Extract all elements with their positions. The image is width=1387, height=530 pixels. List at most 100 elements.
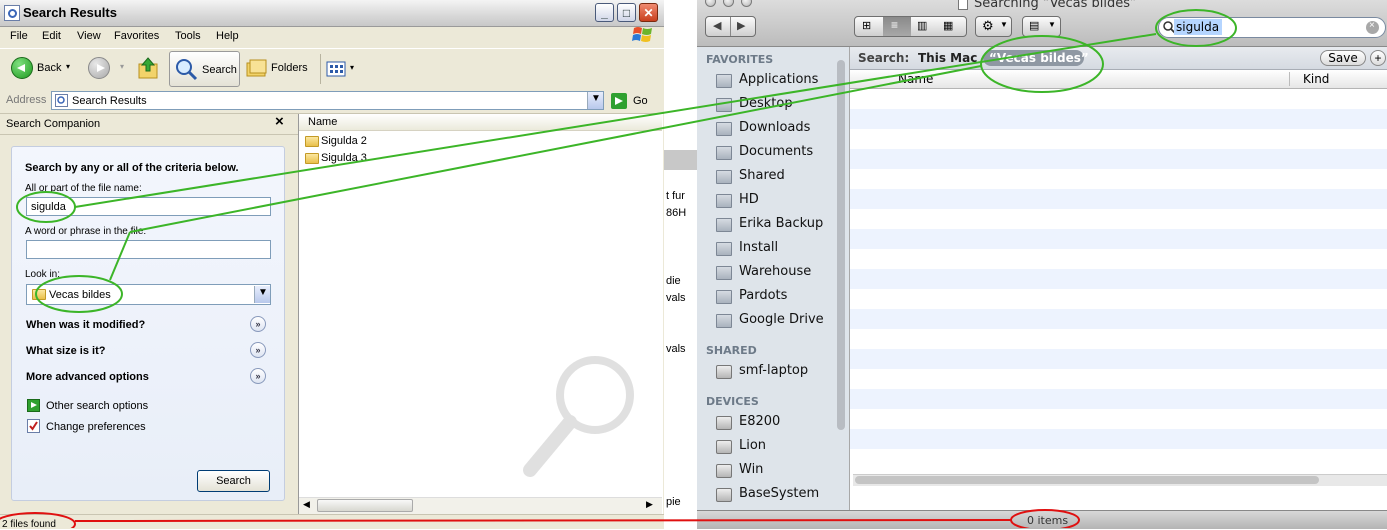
list-row	[850, 329, 1387, 349]
name-column-header[interactable]: Name	[299, 114, 662, 131]
sidebar-item-label: Warehouse	[739, 264, 812, 279]
search-toolbar-button[interactable]: Search	[169, 51, 240, 87]
section-size[interactable]: What size is it?	[26, 345, 105, 357]
sidebar-scrollbar[interactable]	[837, 60, 845, 430]
go-button-label[interactable]: Go	[633, 95, 648, 107]
finder-status-bar: 0 items	[697, 510, 1387, 529]
sidebar-item[interactable]: smf-laptop	[697, 362, 837, 382]
result-name: Sigulda 2	[321, 135, 367, 147]
sidebar-item[interactable]: Warehouse	[697, 263, 837, 283]
scope-this-mac[interactable]: This Mac	[918, 51, 977, 65]
back-arrow-icon[interactable]	[11, 57, 33, 79]
go-arrow-icon[interactable]	[611, 93, 627, 109]
result-row[interactable]: Sigulda 2	[299, 134, 379, 149]
forward-arrow-icon[interactable]	[88, 57, 110, 79]
minimize-button[interactable]: _	[595, 3, 614, 22]
menu-view[interactable]: View	[77, 30, 101, 42]
column-divider[interactable]	[1289, 72, 1290, 86]
coverflow-view-icon[interactable]: ▦	[943, 19, 953, 32]
sidebar-item[interactable]: Lion	[697, 437, 837, 457]
folders-icon[interactable]	[246, 58, 268, 78]
back-dropdown-icon[interactable]: ▾	[66, 62, 70, 71]
back-button-label[interactable]: Back	[37, 62, 61, 74]
expand-modified-icon[interactable]: »	[250, 316, 266, 332]
arrange-menu-button[interactable]: ▤ ▼	[1022, 16, 1061, 37]
maximize-button[interactable]: □	[617, 3, 636, 22]
sidebar-item[interactable]: BaseSystem	[697, 485, 837, 505]
scope-folder-button[interactable]: “Vecas bildes”	[983, 50, 1089, 66]
sidebar-item[interactable]: E8200	[697, 413, 837, 433]
close-icon: ×	[1369, 20, 1375, 31]
expand-advanced-icon[interactable]: »	[250, 368, 266, 384]
zoom-window-button[interactable]	[741, 0, 752, 7]
change-preferences-link[interactable]: Change preferences	[46, 421, 146, 433]
sidebar-item[interactable]: Win	[697, 461, 837, 481]
list-row	[850, 209, 1387, 229]
close-button[interactable]: ✕	[639, 3, 658, 22]
menu-favorites[interactable]: Favorites	[114, 30, 159, 42]
views-icon[interactable]	[326, 61, 348, 77]
chevron-down-icon: ▼	[1048, 20, 1056, 29]
menu-tools[interactable]: Tools	[175, 30, 201, 42]
sidebar-item[interactable]: Install	[697, 239, 837, 259]
scroll-left-icon[interactable]: ◀	[303, 499, 310, 510]
name-column-header[interactable]: Name	[898, 72, 933, 86]
close-window-button[interactable]	[705, 0, 716, 7]
minimize-window-button[interactable]	[723, 0, 734, 7]
document-icon	[958, 0, 968, 10]
section-modified[interactable]: When was it modified?	[26, 319, 145, 331]
lookin-dropdown-button[interactable]: ▼	[254, 286, 270, 303]
action-menu-button[interactable]: ⚙ ▼	[975, 16, 1012, 37]
gear-icon: ⚙	[982, 18, 994, 33]
windows-logo-icon	[632, 27, 652, 42]
background-text: 86H	[666, 207, 687, 219]
scope-label: Search:	[858, 51, 910, 65]
sidebar-item[interactable]: Documents	[697, 143, 837, 163]
close-pane-icon[interactable]: ×	[275, 113, 284, 130]
other-search-options-link[interactable]: Other search options	[46, 400, 148, 412]
arrange-icon: ▤	[1029, 20, 1040, 32]
column-view-icon[interactable]: ▥	[917, 19, 927, 32]
scrollbar-thumb[interactable]	[317, 499, 413, 512]
xp-title-bar[interactable]: Search Results _ □ ✕	[0, 0, 664, 27]
background-text: t fur	[666, 190, 685, 202]
forward-dropdown-icon[interactable]: ▾	[120, 62, 124, 71]
scroll-right-icon[interactable]: ▶	[646, 499, 653, 510]
address-field[interactable]: Search Results	[51, 91, 604, 110]
menu-edit[interactable]: Edit	[42, 30, 61, 42]
list-scrollbar-thumb[interactable]	[855, 476, 1319, 484]
up-folder-icon[interactable]	[137, 56, 159, 80]
sidebar-item[interactable]: Erika Backup	[697, 215, 837, 235]
icon-view-icon[interactable]: ⊞	[862, 19, 871, 32]
section-advanced[interactable]: More advanced options	[26, 371, 149, 383]
back-arrow-icon[interactable]: ◀	[713, 19, 721, 32]
lookin-label: Look in:	[25, 269, 61, 280]
menu-file[interactable]: File	[10, 30, 28, 42]
magnifier-icon	[176, 59, 198, 81]
sidebar-item[interactable]: Shared	[697, 167, 837, 187]
sidebar-item[interactable]: Google Drive	[697, 311, 837, 331]
plus-icon: +	[1374, 51, 1382, 65]
address-dropdown-button[interactable]: ▼	[587, 92, 603, 109]
folders-button-label[interactable]: Folders	[271, 62, 308, 74]
views-dropdown-icon[interactable]: ▾	[350, 63, 354, 72]
filename-input[interactable]: sigulda	[26, 197, 271, 216]
forward-arrow-icon[interactable]: ▶	[737, 19, 745, 32]
clear-search-icon[interactable]: ×	[1366, 20, 1379, 34]
phrase-input[interactable]	[26, 240, 271, 259]
sidebar-item[interactable]: Desktop	[697, 95, 837, 115]
expand-size-icon[interactable]: »	[250, 342, 266, 358]
kind-column-header[interactable]: Kind	[1303, 72, 1329, 86]
result-row[interactable]: Sigulda 3	[299, 151, 379, 166]
search-submit-button[interactable]: Search	[197, 470, 270, 492]
sidebar-item[interactable]: Applications	[697, 71, 837, 91]
save-search-button[interactable]: Save	[1320, 50, 1366, 66]
sidebar-item[interactable]: Downloads	[697, 119, 837, 139]
lookin-select[interactable]: Vecas bildes ▼	[26, 284, 271, 305]
menu-help[interactable]: Help	[216, 30, 239, 42]
add-criteria-button[interactable]: +	[1370, 50, 1386, 66]
sidebar-item[interactable]: Pardots	[697, 287, 837, 307]
list-view-button[interactable]: ≡	[883, 17, 911, 36]
search-scope-bar: Search: This Mac	[850, 47, 1387, 70]
sidebar-item[interactable]: HD	[697, 191, 837, 211]
